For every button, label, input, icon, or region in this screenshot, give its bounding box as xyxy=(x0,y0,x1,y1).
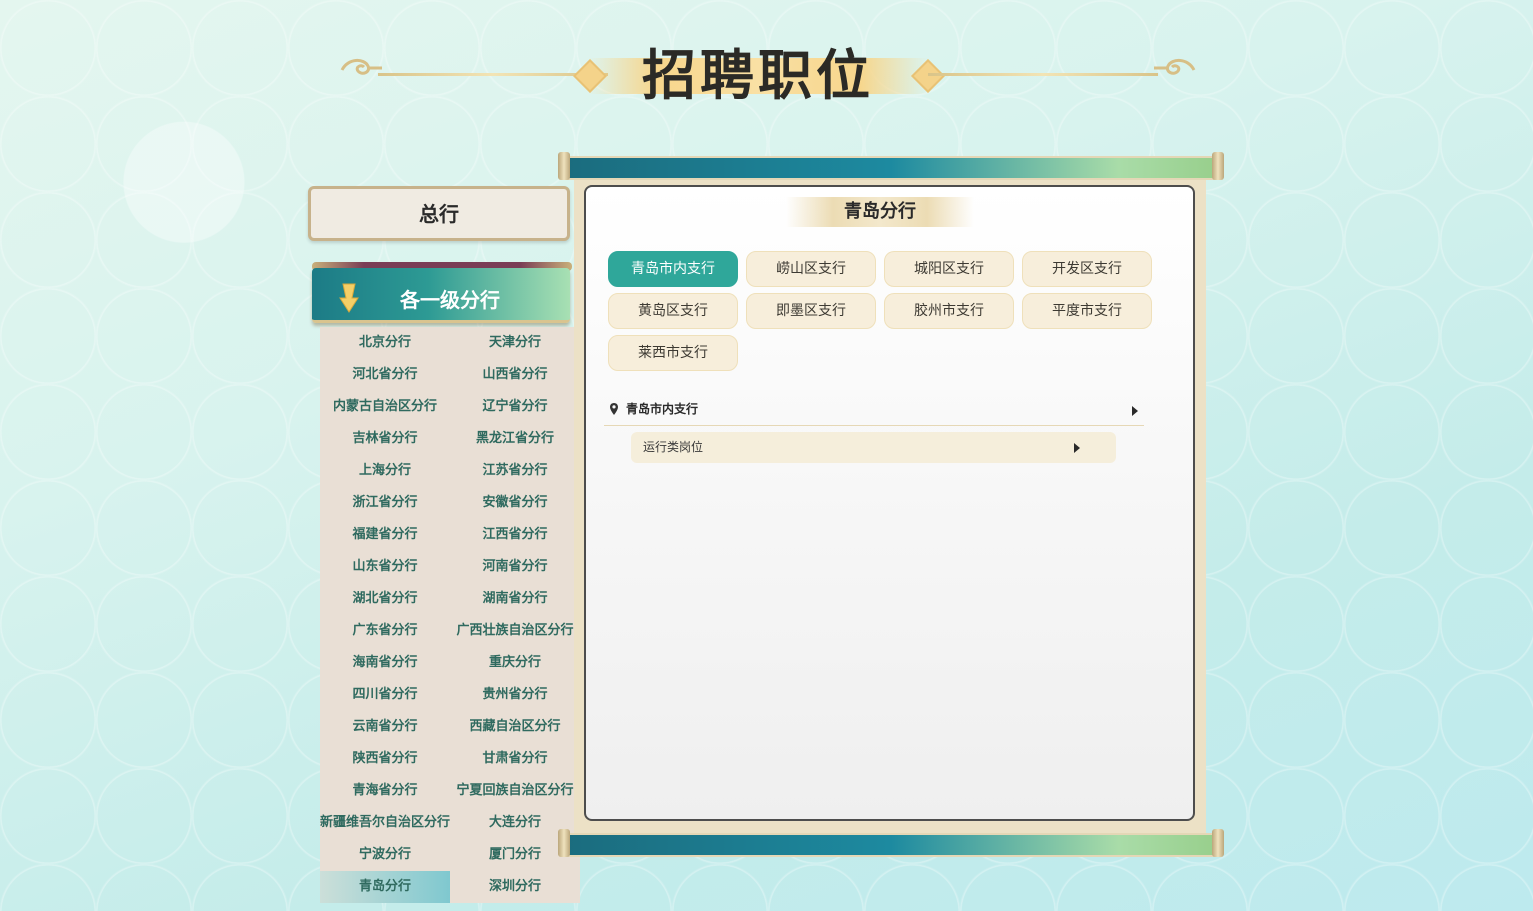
scroll-rod-bar xyxy=(566,156,1216,180)
sub-branch-button[interactable]: 青岛市内支行 xyxy=(608,251,738,287)
branch-item[interactable]: 海南省分行 xyxy=(320,647,450,679)
branch-item[interactable]: 吉林省分行 xyxy=(320,423,450,455)
branch-item[interactable]: 内蒙古自治区分行 xyxy=(320,391,450,423)
branch-item[interactable]: 宁波分行 xyxy=(320,839,450,871)
branch-item[interactable]: 湖南省分行 xyxy=(450,583,580,615)
branch-item[interactable]: 北京分行 xyxy=(320,327,450,359)
branch-item[interactable]: 福建省分行 xyxy=(320,519,450,551)
chevron-down-icon xyxy=(339,283,359,313)
branch-header-title: 各一级分行 xyxy=(400,288,500,312)
job-category-row[interactable]: 运行类岗位 xyxy=(631,432,1116,463)
branch-item[interactable]: 广东省分行 xyxy=(320,615,450,647)
location-row[interactable]: 青岛市内支行 xyxy=(604,397,1144,426)
branch-item[interactable]: 四川省分行 xyxy=(320,679,450,711)
sub-branch-button[interactable]: 黄岛区支行 xyxy=(608,293,738,329)
branch-item[interactable]: 甘肃省分行 xyxy=(450,743,580,775)
branch-item[interactable]: 河南省分行 xyxy=(450,551,580,583)
branch-item[interactable]: 青岛分行 xyxy=(320,871,450,903)
branch-item[interactable]: 贵州省分行 xyxy=(450,679,580,711)
branch-item[interactable]: 江苏省分行 xyxy=(450,455,580,487)
branch-header-body: 各一级分行 xyxy=(312,268,570,323)
sub-branch-button[interactable]: 胶州市支行 xyxy=(884,293,1014,329)
cloud-swirl-icon xyxy=(1154,59,1196,75)
scroll-rod-bar xyxy=(566,833,1216,857)
branch-item[interactable]: 广西壮族自治区分行 xyxy=(450,615,580,647)
branch-item[interactable]: 上海分行 xyxy=(320,455,450,487)
branch-item[interactable]: 湖北省分行 xyxy=(320,583,450,615)
branch-item[interactable]: 重庆分行 xyxy=(450,647,580,679)
map-pin-icon xyxy=(610,403,618,415)
scroll-rod-cap xyxy=(1212,152,1224,180)
branch-item[interactable]: 河北省分行 xyxy=(320,359,450,391)
cloud-swirl-icon xyxy=(340,59,382,75)
branch-header: 各一级分行 xyxy=(312,262,572,324)
scroll-rod-cap xyxy=(558,152,570,180)
branch-item[interactable]: 山西省分行 xyxy=(450,359,580,391)
page-header: 招聘职位 xyxy=(338,40,1198,110)
sub-branch-button[interactable]: 崂山区支行 xyxy=(746,251,876,287)
scroll-rod-top xyxy=(558,152,1224,180)
sub-branch-button[interactable]: 即墨区支行 xyxy=(746,293,876,329)
location-label: 青岛市内支行 xyxy=(626,402,699,416)
title-divider-right xyxy=(928,73,1158,76)
branch-item[interactable]: 西藏自治区分行 xyxy=(450,711,580,743)
branch-item[interactable]: 黑龙江省分行 xyxy=(450,423,580,455)
page-title: 招聘职位 xyxy=(642,43,874,107)
sub-branch-grid: 青岛市内支行 崂山区支行 城阳区支行 开发区支行黄岛区支行 即墨区支行 胶州市支行 平度市支… xyxy=(608,251,1168,371)
branch-item[interactable]: 天津分行 xyxy=(450,327,580,359)
scroll-rod-cap xyxy=(1212,829,1224,857)
branch-item[interactable]: 辽宁省分行 xyxy=(450,391,580,423)
branch-item[interactable]: 深圳分行 xyxy=(450,871,580,903)
sub-branch-button[interactable]: 莱西市支行 xyxy=(608,335,738,371)
sub-branch-button[interactable]: 平度市支行 xyxy=(1022,293,1152,329)
branch-item[interactable]: 江西省分行 xyxy=(450,519,580,551)
caret-right-icon xyxy=(1132,406,1138,416)
branch-item[interactable]: 青海省分行 xyxy=(320,775,450,807)
sub-branch-button[interactable]: 城阳区支行 xyxy=(884,251,1014,287)
branch-detail-panel: 青岛分行 青岛市内支行 崂山区支行 城阳区支行 开发区支行 黄岛区支行 即墨区支行 胶州市支… xyxy=(584,185,1195,821)
branch-item[interactable]: 浙江省分行 xyxy=(320,487,450,519)
branch-item[interactable]: 山东省分行 xyxy=(320,551,450,583)
branch-item[interactable]: 宁夏回族自治区分行 xyxy=(450,775,580,807)
caret-right-icon xyxy=(1074,443,1080,453)
scroll-rod-cap xyxy=(558,829,570,857)
branch-item[interactable]: 新疆维吾尔自治区分行 xyxy=(320,807,450,839)
branch-item[interactable]: 云南省分行 xyxy=(320,711,450,743)
hq-button[interactable]: 总行 xyxy=(308,186,570,241)
scroll-rod-bottom xyxy=(558,829,1224,857)
branch-item[interactable]: 安徽省分行 xyxy=(450,487,580,519)
panel-title: 青岛分行 xyxy=(844,201,916,222)
job-category-label: 运行类岗位 xyxy=(643,440,704,454)
branch-item[interactable]: 陕西省分行 xyxy=(320,743,450,775)
branch-list: 北京分行 天津分行 河北省分行 山西省分行 内蒙古自治区分行 辽宁省分行 吉林省分行 黑龙江省… xyxy=(320,327,580,903)
sub-branch-button[interactable]: 开发区支行 xyxy=(1022,251,1152,287)
